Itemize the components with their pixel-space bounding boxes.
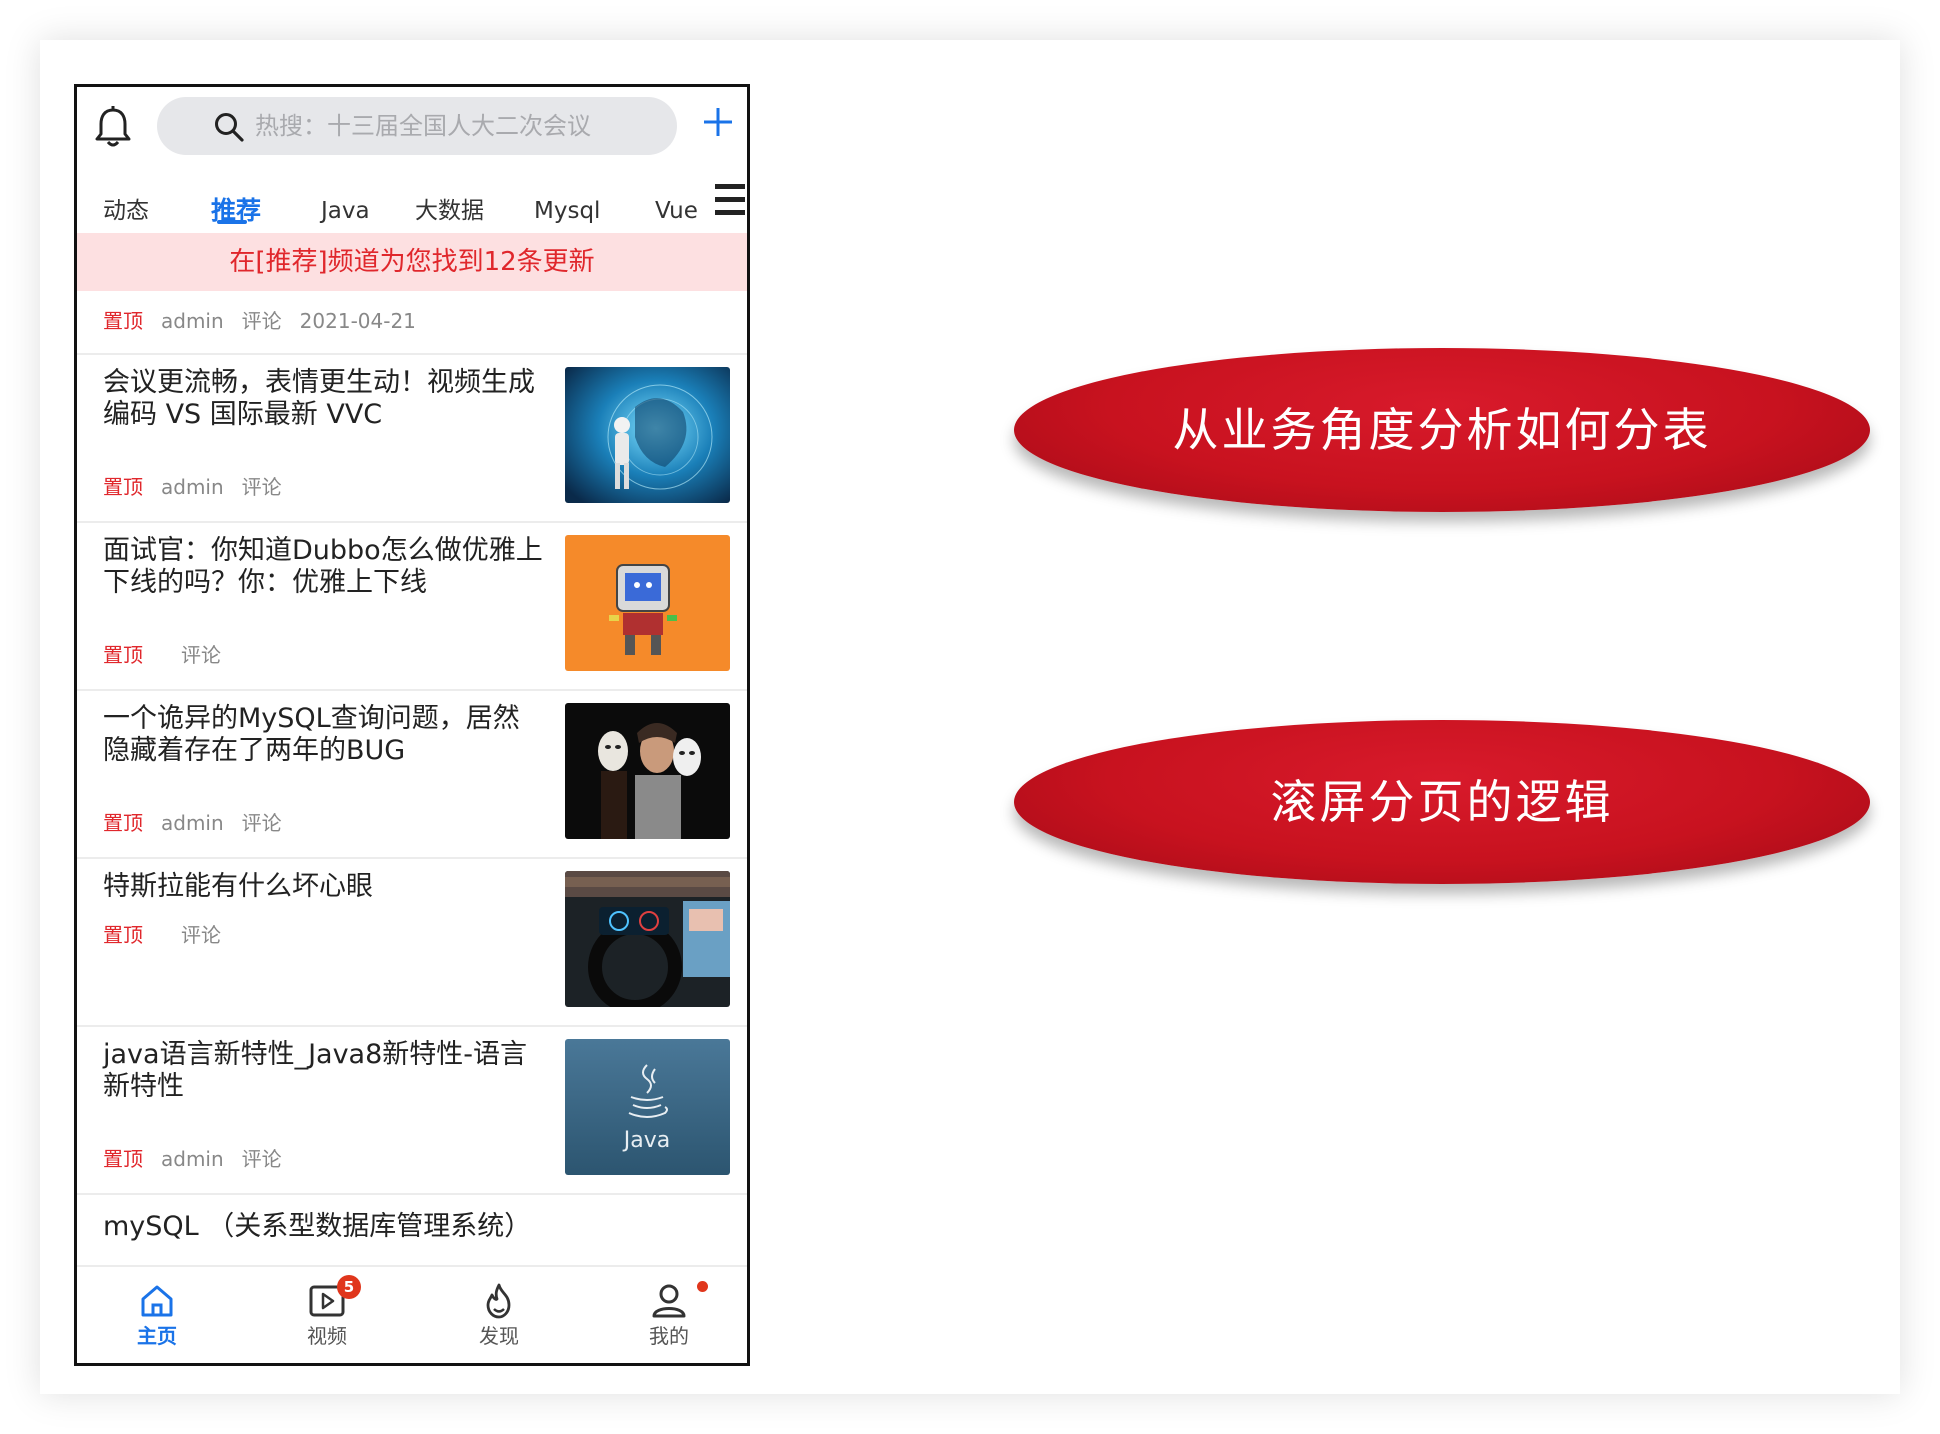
article-meta: 置顶 评论 (103, 641, 221, 669)
search-bar[interactable]: 热搜：十三届全国人大二次会议 (157, 97, 677, 155)
article-meta: 置顶 admin 评论 (103, 809, 282, 837)
tab-profile[interactable]: 我的 (609, 1281, 729, 1349)
author: admin (161, 475, 224, 499)
comment-link[interactable]: 评论 (181, 923, 221, 947)
comment-link[interactable]: 评论 (242, 309, 282, 333)
pin-badge: 置顶 (103, 923, 143, 947)
comment-link[interactable]: 评论 (242, 475, 282, 499)
tab-discover[interactable]: 发现 (439, 1281, 559, 1349)
comment-link[interactable]: 评论 (242, 1147, 282, 1171)
tab-mysql[interactable]: Mysql (534, 183, 600, 239)
bottom-tab-bar: 主页 5 视频 发现 我的 (77, 1265, 747, 1363)
discover-icon (486, 1283, 511, 1319)
channel-tabs: 动态 推荐 Java 大数据 Mysql Vue (77, 183, 747, 239)
list-item[interactable]: 特斯拉能有什么坏心眼 置顶 评论 (77, 859, 747, 1027)
list-item[interactable]: 会议更流畅，表情更生动！视频生成编码 VS 国际最新 VVC 置顶 admin 评论 (77, 355, 747, 523)
article-title[interactable]: 特斯拉能有什么坏心眼 (103, 871, 543, 903)
article-title[interactable]: 一个诡异的MySQL查询问题，居然隐藏着存在了两年的BUG (103, 703, 543, 767)
post-date: 2021-04-21 (299, 309, 416, 333)
article-meta: 置顶 admin 评论 (103, 473, 282, 501)
article-thumbnail[interactable] (565, 703, 730, 839)
pin-badge: 置顶 (103, 643, 143, 667)
annotation-scroll-paging: 滚屏分页的逻辑 (1014, 720, 1870, 884)
profile-notification-dot (697, 1281, 708, 1292)
author: admin (161, 309, 224, 333)
tab-video-label: 视频 (307, 1324, 347, 1348)
list-item[interactable]: 置顶 admin 评论 2021-04-21 (77, 291, 747, 355)
tab-home[interactable]: 主页 (97, 1281, 217, 1349)
pin-badge: 置顶 (103, 1147, 143, 1171)
comment-link[interactable]: 评论 (181, 643, 221, 667)
top-bar: 热搜：十三届全国人大二次会议 (77, 87, 747, 167)
pin-badge: 置顶 (103, 475, 143, 499)
tab-java[interactable]: Java (321, 183, 370, 239)
article-title[interactable]: mySQL （关系型数据库管理系统） (103, 1211, 723, 1243)
article-thumbnail[interactable] (565, 535, 730, 671)
home-icon (141, 1285, 173, 1317)
article-thumbnail[interactable] (565, 871, 730, 1007)
article-thumbnail[interactable]: Java (565, 1039, 730, 1175)
add-icon[interactable] (701, 105, 735, 139)
article-title[interactable]: java语言新特性_Java8新特性-语言新特性 (103, 1039, 543, 1103)
active-tab-indicator (217, 220, 247, 224)
tab-home-label: 主页 (137, 1324, 177, 1348)
annotation-sharding: 从业务角度分析如何分表 (1014, 348, 1870, 512)
search-icon (215, 113, 244, 142)
profile-icon (652, 1284, 686, 1318)
tab-recommend[interactable]: 推荐 (211, 183, 261, 239)
list-item[interactable]: 一个诡异的MySQL查询问题，居然隐藏着存在了两年的BUG 置顶 admin 评论 (77, 691, 747, 859)
author: admin (161, 811, 224, 835)
article-title[interactable]: 面试官：你知道Dubbo怎么做优雅上下线的吗？你：优雅上下线 (103, 535, 543, 599)
article-meta: 置顶 评论 (103, 921, 221, 949)
tab-profile-label: 我的 (649, 1324, 689, 1348)
tab-video[interactable]: 5 视频 (267, 1275, 387, 1349)
article-title[interactable]: 会议更流畅，表情更生动！视频生成编码 VS 国际最新 VVC (103, 367, 543, 431)
search-placeholder: 热搜：十三届全国人大二次会议 (255, 112, 591, 140)
menu-icon[interactable] (713, 180, 747, 220)
video-badge: 5 (337, 1275, 361, 1299)
pin-badge: 置顶 (103, 811, 143, 835)
tab-vue[interactable]: Vue (655, 183, 698, 239)
java-logo-text: Java (622, 1128, 670, 1153)
tab-discover-label: 发现 (479, 1324, 519, 1348)
article-meta: 置顶 admin 评论 (103, 1145, 282, 1173)
bell-icon[interactable] (93, 105, 133, 149)
article-thumbnail[interactable] (565, 367, 730, 503)
phone-screen: 热搜：十三届全国人大二次会议 动态 推荐 Java 大数据 Mysql Vue … (74, 84, 750, 1366)
tab-dynamic[interactable]: 动态 (103, 183, 149, 239)
author: admin (161, 1147, 224, 1171)
article-meta: 置顶 admin 评论 2021-04-21 (103, 307, 416, 335)
list-item[interactable]: java语言新特性_Java8新特性-语言新特性 置顶 admin 评论 Java (77, 1027, 747, 1195)
tab-bigdata[interactable]: 大数据 (415, 183, 484, 239)
list-item[interactable]: mySQL （关系型数据库管理系统） (77, 1195, 747, 1265)
comment-link[interactable]: 评论 (242, 811, 282, 835)
update-notice: 在[推荐]频道为您找到12条更新 (77, 233, 747, 291)
pin-badge: 置顶 (103, 309, 143, 333)
list-item[interactable]: 面试官：你知道Dubbo怎么做优雅上下线的吗？你：优雅上下线 置顶 评论 (77, 523, 747, 691)
